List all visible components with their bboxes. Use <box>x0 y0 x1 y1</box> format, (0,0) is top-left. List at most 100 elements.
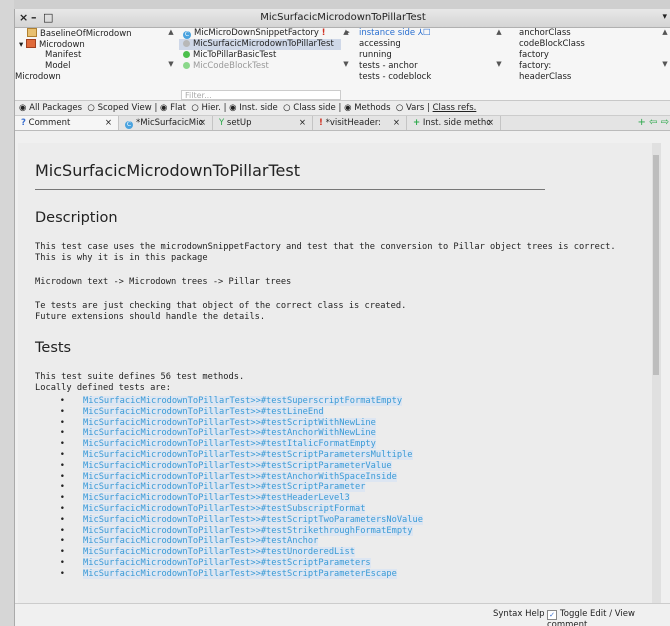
background-window-strip <box>0 0 14 626</box>
bullet-icon: • <box>59 449 65 460</box>
test-method-link[interactable]: MicSurfacicMicrodownToPillarTest>>#testS… <box>83 525 413 536</box>
package-tag-item[interactable]: Model <box>15 61 165 72</box>
class-refs-button[interactable]: Class refs. <box>433 103 477 113</box>
tests-paragraph: This test suite defines 56 test methods.… <box>35 372 245 393</box>
previous-tab-icon[interactable]: ⇦ <box>649 117 657 128</box>
all-packages-radio[interactable]: ◉ All Packages <box>19 103 82 113</box>
close-tab-icon[interactable]: × <box>393 116 400 130</box>
vars-radio[interactable]: ○ Vars <box>393 103 424 113</box>
test-list-item: • MicSurfacicMicrodownToPillarTest>>#test… <box>35 525 423 537</box>
test-list-item: • MicSurfacicMicrodownToPillarTest>>#test… <box>35 428 423 439</box>
bullet-icon: • <box>59 417 65 428</box>
comment-scrollbar[interactable] <box>652 143 661 603</box>
protocol-item[interactable]: instance side ⅄☐ <box>355 28 495 39</box>
protocol-item[interactable]: tests - codeblock <box>355 72 495 83</box>
method-item[interactable]: headerClass <box>515 72 655 83</box>
method-item[interactable]: factory <box>515 50 655 61</box>
test-method-link[interactable]: MicSurfacicMicrodownToPillarTest>>#testA… <box>83 428 376 439</box>
protocol-item[interactable]: running <box>355 50 495 61</box>
class-item[interactable]: C MicMicroDownSnippetFactory ! <box>179 28 341 39</box>
green-status-dot-icon <box>183 62 190 69</box>
syntax-help-button[interactable]: Syntax Help <box>493 609 544 619</box>
tests-heading: Tests <box>35 340 72 356</box>
green-status-dot-icon <box>183 51 190 58</box>
test-list-item: • MicSurfacicMicrodownToPillarTest>>#test… <box>35 547 423 558</box>
test-list-item: • MicSurfacicMicrodownToPillarTest>>#test… <box>35 568 423 580</box>
class-item-selected[interactable]: MicSurfacicMicrodownToPillarTest <box>179 39 341 50</box>
flat-radio[interactable]: ◉ Flat <box>160 103 186 113</box>
package-item[interactable]: BaselineOfMicrodown <box>15 28 165 39</box>
close-tab-icon[interactable]: × <box>199 116 206 130</box>
add-tab-icon[interactable]: + <box>637 117 645 128</box>
class-c-icon: C <box>183 31 191 39</box>
tab-inst-side-methods[interactable]: + Inst. side methc × <box>407 116 501 130</box>
test-method-link[interactable]: MicSurfacicMicrodownToPillarTest>>#testS… <box>83 514 423 525</box>
scrollbar-thumb[interactable] <box>653 155 659 375</box>
tab-visit-header[interactable]: ! *visitHeader: × <box>313 116 407 130</box>
method-item[interactable]: anchorClass <box>515 28 655 39</box>
test-method-link[interactable]: MicSurfacicMicrodownToPillarTest>>#testS… <box>83 460 392 471</box>
test-method-link[interactable]: MicSurfacicMicrodownToPillarTest>>#testS… <box>83 568 397 579</box>
browser-panes: BaselineOfMicrodown ▾ Microdown Manifest… <box>15 28 670 101</box>
class-filter-input[interactable]: Filter... <box>181 90 341 100</box>
method-scrollbar[interactable]: ▲ ▼ <box>661 28 669 100</box>
test-method-link[interactable]: MicSurfacicMicrodownToPillarTest>>#testS… <box>83 482 366 493</box>
window-menu-icon[interactable]: ▾ <box>662 12 667 22</box>
test-method-link[interactable]: MicSurfacicMicrodownToPillarTest>>#testA… <box>83 471 397 482</box>
package-scrollbar[interactable]: ▲ ▼ <box>167 28 175 100</box>
scoped-view-radio[interactable]: ○ Scoped View <box>85 103 151 113</box>
protocol-expand-icon[interactable]: ▸ <box>343 28 353 100</box>
package-item[interactable]: ▾ Microdown <box>15 39 165 50</box>
protocol-item[interactable]: accessing <box>355 39 495 50</box>
next-tab-icon[interactable]: ⇨ <box>661 117 669 128</box>
package-icon <box>25 39 36 48</box>
test-list-item: • MicSurfacicMicrodownToPillarTest>>#test… <box>35 493 423 504</box>
tab-setup[interactable]: Y setUp × <box>213 116 313 130</box>
test-method-link[interactable]: MicSurfacicMicrodownToPillarTest>>#testI… <box>83 439 376 450</box>
close-tab-icon[interactable]: × <box>299 116 306 130</box>
test-method-link[interactable]: MicSurfacicMicrodownToPillarTest>>#testA… <box>83 536 319 547</box>
test-list-item: • MicSurfacicMicrodownToPillarTest>>#test… <box>35 417 423 429</box>
bullet-icon: • <box>59 568 65 579</box>
tab-tools: + ⇦ ⇨ <box>637 117 669 128</box>
bullet-icon: • <box>59 471 65 482</box>
test-list-item: • MicSurfacicMicrodownToPillarTest>>#test… <box>35 471 423 483</box>
method-item[interactable]: codeBlockClass <box>515 39 655 50</box>
test-method-link[interactable]: MicSurfacicMicrodownToPillarTest>>#testS… <box>83 557 371 568</box>
package-pane: BaselineOfMicrodown ▾ Microdown Manifest… <box>15 28 165 100</box>
title-rule <box>35 189 545 190</box>
test-list-item: • MicSurfacicMicrodownToPillarTest>>#test… <box>35 406 423 418</box>
package-tag-item[interactable]: Microdown <box>15 72 165 83</box>
test-method-link[interactable]: MicSurfacicMicrodownToPillarTest>>#testS… <box>83 503 366 514</box>
class-side-radio[interactable]: ○ Class side <box>280 103 336 113</box>
test-method-link[interactable]: MicSurfacicMicrodownToPillarTest>>#testL… <box>83 406 324 417</box>
editor-tabs: ? Comment × C *MicSurfacicMic × Y setUp × ! … <box>15 116 670 131</box>
close-tab-icon[interactable]: × <box>487 116 494 130</box>
methods-radio[interactable]: ◉ Methods <box>344 103 390 113</box>
page-title: MicSurfacicMicrodownToPillarTest <box>35 161 300 180</box>
plus-icon: + <box>413 118 421 128</box>
protocol-item[interactable]: tests - anchor <box>355 61 495 72</box>
test-method-link[interactable]: MicSurfacicMicrodownToPillarTest>>#testU… <box>83 547 355 558</box>
close-tab-icon[interactable]: × <box>105 116 112 130</box>
description-paragraph: Microdown text -> Microdown trees -> Pil… <box>35 277 292 287</box>
description-heading: Description <box>35 210 118 226</box>
bullet-icon: • <box>59 406 65 417</box>
class-item[interactable]: MicCodeBlockTest <box>179 61 341 72</box>
method-item[interactable]: factory: <box>515 61 655 72</box>
test-method-link[interactable]: MicSurfacicMicrodownToPillarTest>>#testS… <box>83 396 403 406</box>
grey-status-dot-icon <box>183 40 190 47</box>
system-browser-window: × – □ MicSurfacicMicrodownToPillarTest ▾… <box>14 9 670 626</box>
package-tag-item[interactable]: Manifest <box>15 50 165 61</box>
test-method-link[interactable]: MicSurfacicMicrodownToPillarTest>>#testS… <box>83 417 376 428</box>
protocol-scrollbar[interactable]: ▲ ▼ <box>495 28 503 100</box>
tab-comment[interactable]: ? Comment × <box>15 116 119 130</box>
test-method-link[interactable]: MicSurfacicMicrodownToPillarTest>>#testH… <box>83 493 350 504</box>
toggle-edit-view-checkbox[interactable]: ✓ Toggle Edit / View comment <box>547 609 670 626</box>
class-item[interactable]: MicToPillarBasicTest <box>179 50 341 61</box>
test-method-link[interactable]: MicSurfacicMicrodownToPillarTest>>#testS… <box>83 449 413 460</box>
inst-side-radio[interactable]: ◉ Inst. side <box>229 103 278 113</box>
tab-class-definition[interactable]: C *MicSurfacicMic × <box>119 116 213 130</box>
hier-radio[interactable]: ○ Hier. <box>189 103 221 113</box>
expand-triangle-icon[interactable]: ▾ <box>19 40 26 50</box>
